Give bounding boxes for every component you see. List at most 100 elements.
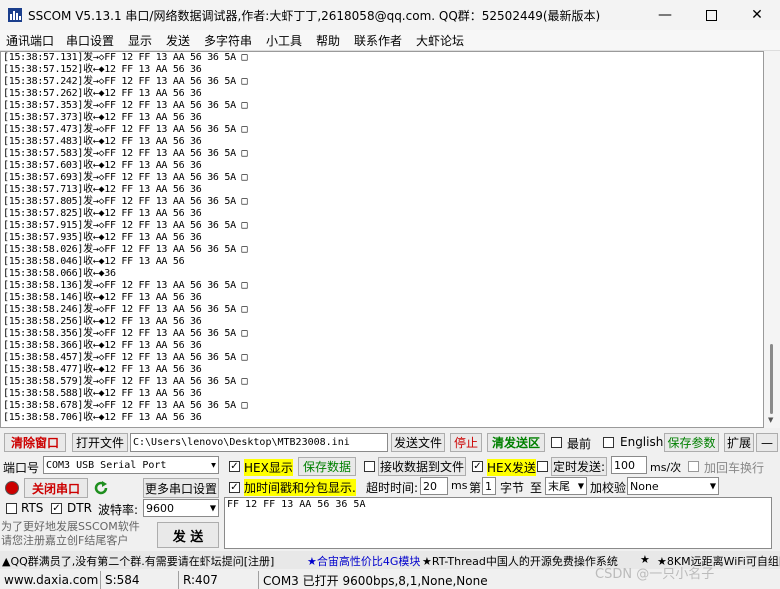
- log-line: [15:38:57.131]发→◇FF 12 FF 13 AA 56 36 5A…: [3, 52, 248, 63]
- timeout-input[interactable]: 20: [420, 477, 448, 495]
- collapse-button[interactable]: —: [756, 433, 778, 452]
- end-select-value: 末尾: [548, 480, 570, 493]
- english-checkbox[interactable]: [603, 437, 614, 448]
- timed-send-button[interactable]: 定时发送:: [551, 457, 607, 476]
- menu-display[interactable]: 显示: [128, 32, 152, 49]
- expand-button[interactable]: 扩展: [724, 433, 754, 452]
- menu-serial-settings[interactable]: 串口设置: [66, 32, 114, 49]
- dtr-checkbox[interactable]: ✓: [51, 503, 62, 514]
- baud-rate-value: 9600: [146, 501, 174, 515]
- append-crlf-checkbox[interactable]: [688, 461, 699, 472]
- interval-input[interactable]: 100: [611, 456, 647, 474]
- log-line: [15:38:58.366]收←◆12 FF 13 AA 56 36: [3, 340, 202, 351]
- promo-text[interactable]: 为了更好地发展SSCOM软件 请您注册嘉立创F结尾客户: [1, 520, 140, 548]
- ticker-4g-module[interactable]: ★合宙高性价比4G模块: [307, 553, 420, 569]
- chevron-down-icon: ▼: [577, 481, 584, 491]
- save-params-button[interactable]: 保存参数: [664, 433, 719, 452]
- log-line: [15:38:57.583]发→◇FF 12 FF 13 AA 56 36 5A…: [3, 148, 248, 159]
- refresh-icon[interactable]: [93, 480, 109, 496]
- menu-help[interactable]: 帮助: [316, 32, 340, 49]
- send-text: FF 12 FF 13 AA 56 36 5A: [227, 499, 366, 510]
- timestamp-label: 加时间戳和分包显示.: [244, 479, 356, 496]
- minimize-button[interactable]: —: [642, 0, 688, 30]
- clear-send-area-button[interactable]: 清发送区: [487, 433, 545, 452]
- log-line: [15:38:58.246]发→◇FF 12 FF 13 AA 56 36 5A…: [3, 304, 248, 315]
- save-data-button[interactable]: 保存数据: [298, 457, 356, 476]
- title-bar: SSCOM V5.13.1 串口/网络数据调试器,作者:大虾丁丁,2618058…: [0, 0, 780, 30]
- more-serial-settings-button[interactable]: 更多串口设置: [143, 478, 219, 498]
- port-select-value: COM3 USB Serial Port: [46, 459, 167, 471]
- maximize-icon: [705, 9, 717, 21]
- promo-line-1: 为了更好地发展SSCOM软件: [1, 520, 140, 533]
- rts-label: RTS: [21, 501, 44, 515]
- log-line: [15:38:57.262]收←◆12 FF 13 AA 56 36: [3, 88, 202, 99]
- menu-forum[interactable]: 大虾论坛: [416, 32, 464, 49]
- baud-rate-select[interactable]: 9600 ▼: [143, 499, 219, 517]
- rts-checkbox[interactable]: [6, 503, 17, 514]
- app-icon: [8, 8, 22, 22]
- topmost-checkbox[interactable]: [551, 437, 562, 448]
- byte-index-input[interactable]: 1: [482, 477, 496, 495]
- clear-window-button[interactable]: 清除窗口: [4, 433, 66, 452]
- ticker-qq-group[interactable]: ▲QQ群满员了,没有第二个群.有需要请在虾坛提问[注册]: [2, 553, 274, 569]
- close-port-button[interactable]: 关闭串口: [24, 478, 88, 498]
- receive-log[interactable]: [15:38:57.131]发→◇FF 12 FF 13 AA 56 36 5A…: [0, 51, 764, 428]
- log-line: [15:38:57.713]收←◆12 FF 13 AA 56 36: [3, 184, 202, 195]
- log-line: [15:38:58.136]发→◇FF 12 FF 13 AA 56 36 5A…: [3, 280, 248, 291]
- hex-display-label: HEX显示: [244, 459, 293, 476]
- hex-display-checkbox[interactable]: ✓: [229, 461, 240, 472]
- file-path-input[interactable]: C:\Users\lenovo\Desktop\MTB23008.ini: [130, 433, 388, 452]
- log-line: [15:38:58.066]收←◆36: [3, 268, 116, 279]
- dtr-label: DTR: [67, 501, 92, 515]
- checksum-select[interactable]: None ▼: [627, 477, 719, 495]
- watermark-text: CSDN @一只小名子: [595, 567, 715, 582]
- send-button[interactable]: 发 送: [157, 522, 219, 548]
- stop-button[interactable]: 停止: [450, 433, 482, 452]
- log-line: [15:38:58.046]收←◆12 FF 13 AA 56: [3, 256, 185, 267]
- timeout-unit: ms: [451, 479, 468, 492]
- menu-tools[interactable]: 小工具: [266, 32, 302, 49]
- minimize-icon: —: [658, 7, 672, 23]
- recv-to-file-button[interactable]: 接收数据到文件: [378, 457, 466, 476]
- ticker-rt-thread[interactable]: ★RT-Thread中国人的开源免费操作系统: [422, 553, 618, 569]
- recv-to-file-checkbox[interactable]: [364, 461, 375, 472]
- send-file-button[interactable]: 发送文件: [391, 433, 445, 452]
- status-received-count: R:407: [178, 571, 259, 589]
- chevron-down-icon: ▼: [211, 460, 216, 470]
- close-icon: ✕: [751, 7, 763, 23]
- send-textarea[interactable]: FF 12 FF 13 AA 56 36 5A: [224, 497, 772, 549]
- status-website[interactable]: www.daxia.com: [0, 571, 100, 589]
- append-crlf-label: 加回车换行: [704, 461, 765, 475]
- log-line: [15:38:57.242]发→◇FF 12 FF 13 AA 56 36 5A…: [3, 76, 248, 87]
- chevron-down-icon: ▼: [709, 481, 716, 491]
- promo-line-2: 请您注册嘉立创F结尾客户: [1, 534, 129, 547]
- log-line: [15:38:58.026]发→◇FF 12 FF 13 AA 56 36 5A…: [3, 244, 248, 255]
- topmost-label: 最前: [567, 437, 592, 451]
- maximize-button[interactable]: [688, 0, 734, 30]
- scrollbar-thumb[interactable]: [770, 344, 773, 414]
- log-line: [15:38:57.373]收←◆12 FF 13 AA 56 36: [3, 112, 202, 123]
- open-file-button[interactable]: 打开文件: [72, 433, 128, 452]
- menu-contact-author[interactable]: 联系作者: [354, 32, 402, 49]
- log-line: [15:38:58.706]收←◆12 FF 13 AA 56 36: [3, 412, 202, 423]
- log-line: [15:38:58.146]收←◆12 FF 13 AA 56 36: [3, 292, 202, 303]
- log-line: [15:38:58.579]发→◇FF 12 FF 13 AA 56 36 5A…: [3, 376, 248, 387]
- menu-multi-string[interactable]: 多字符串: [204, 32, 252, 49]
- log-line: [15:38:57.825]收←◆12 FF 13 AA 56 36: [3, 208, 202, 219]
- timestamp-checkbox[interactable]: ✓: [229, 482, 240, 493]
- scroll-down-icon[interactable]: ▼: [768, 416, 773, 424]
- chevron-down-icon: ▼: [209, 503, 216, 513]
- log-scrollbar[interactable]: ▼: [764, 51, 780, 428]
- byte-prefix: 第: [469, 481, 482, 495]
- menu-comm-port[interactable]: 通讯端口: [6, 32, 54, 49]
- timed-send-checkbox[interactable]: [537, 461, 548, 472]
- port-select[interactable]: COM3 USB Serial Port ▼: [43, 456, 219, 474]
- log-line: [15:38:57.603]收←◆12 FF 13 AA 56 36: [3, 160, 202, 171]
- close-window-button[interactable]: ✕: [734, 0, 780, 30]
- log-line: [15:38:57.805]发→◇FF 12 FF 13 AA 56 36 5A…: [3, 196, 248, 207]
- hex-send-checkbox[interactable]: ✓: [472, 461, 483, 472]
- interval-unit: ms/次: [650, 461, 682, 474]
- menu-send[interactable]: 发送: [166, 32, 190, 49]
- log-line: [15:38:57.693]发→◇FF 12 FF 13 AA 56 36 5A…: [3, 172, 248, 183]
- end-select[interactable]: 末尾 ▼: [545, 477, 587, 495]
